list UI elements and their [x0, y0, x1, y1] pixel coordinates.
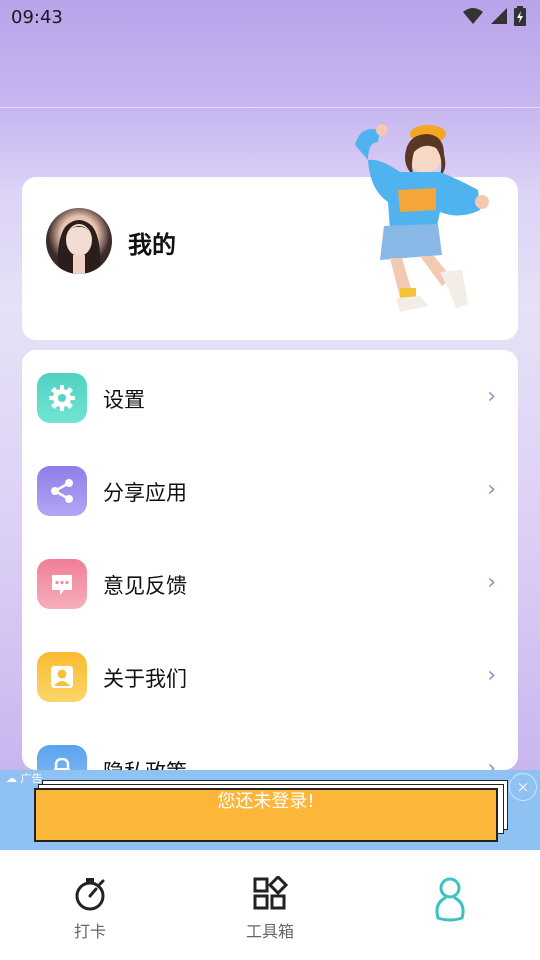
- status-bar: 09:43: [0, 0, 540, 36]
- menu-item-label: 设置: [103, 388, 145, 412]
- nav-item-toolbox[interactable]: 工具箱: [210, 874, 330, 941]
- bottom-nav: 打卡 工具箱: [0, 850, 540, 960]
- menu-card: 设置 › 分享应用 › 意见反馈 › 关于我们 › 隐私政策 ›: [22, 350, 518, 770]
- chevron-right-icon: ›: [487, 663, 496, 688]
- jumping-girl-illustration: [355, 124, 489, 312]
- ad-tag-icon: ☁: [6, 772, 17, 785]
- status-icons: [462, 6, 526, 26]
- menu-item-settings[interactable]: 设置 ›: [22, 352, 518, 445]
- menu-item-label: 关于我们: [103, 667, 187, 691]
- chevron-right-icon: ›: [487, 477, 496, 502]
- battery-icon: [514, 6, 526, 26]
- gear-icon: [37, 373, 87, 423]
- share-icon: [37, 466, 87, 516]
- cellular-signal-icon: [491, 8, 507, 24]
- nav-item-checkin[interactable]: 打卡: [30, 876, 150, 941]
- menu-item-label: 分享应用: [103, 481, 187, 505]
- nav-item-profile[interactable]: [390, 874, 510, 934]
- toolbox-grid-icon: [253, 874, 289, 910]
- nav-label: 打卡: [73, 922, 106, 941]
- menu-item-about-us[interactable]: 关于我们 ›: [22, 631, 518, 724]
- menu-item-label: 意见反馈: [103, 574, 187, 598]
- status-time: 09:43: [11, 7, 63, 28]
- profile-name: 我的: [128, 231, 176, 259]
- header-divider: [0, 107, 540, 108]
- lock-icon: [37, 745, 87, 770]
- user-icon: [37, 652, 87, 702]
- menu-item-privacy-policy[interactable]: 隐私政策 ›: [22, 724, 518, 770]
- ad-close-button[interactable]: ×: [509, 773, 537, 801]
- ad-banner[interactable]: ☁ 广告 × 您还未登录!: [0, 770, 540, 850]
- menu-item-feedback[interactable]: 意见反馈 ›: [22, 538, 518, 631]
- menu-item-share-app[interactable]: 分享应用 ›: [22, 445, 518, 538]
- chevron-right-icon: ›: [487, 384, 496, 409]
- chevron-right-icon: ›: [487, 756, 496, 770]
- stopwatch-icon: [75, 878, 105, 911]
- profile-person-icon: [435, 877, 465, 922]
- avatar[interactable]: [46, 208, 112, 274]
- menu-item-label: 隐私政策: [103, 756, 187, 770]
- chat-bubble-icon: [37, 559, 87, 609]
- login-prompt-button[interactable]: 您还未登录!: [34, 788, 498, 842]
- nav-label: 工具箱: [245, 922, 294, 941]
- wifi-icon: [463, 8, 483, 24]
- chevron-right-icon: ›: [487, 570, 496, 595]
- close-icon: ×: [516, 778, 530, 796]
